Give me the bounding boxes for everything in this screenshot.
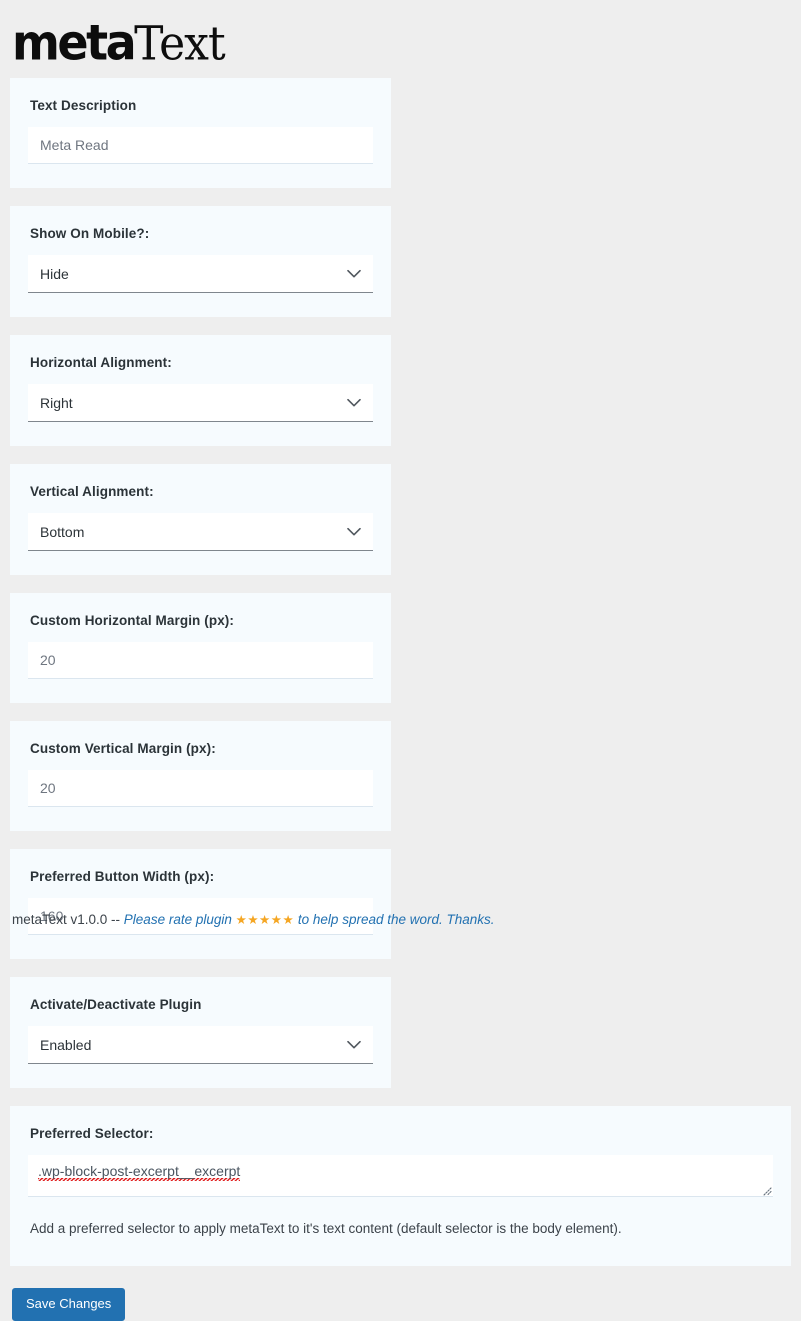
show-on-mobile-value[interactable]: Hide	[28, 255, 373, 293]
footer: metaText v1.0.0 -- Please rate plugin ★★…	[12, 912, 495, 927]
label-activate-deactivate-plugin: Activate/Deactivate Plugin	[30, 997, 202, 1012]
setting-card-vertical-alignment: Vertical Alignment: Bottom	[10, 464, 391, 575]
logo-meta-part: meta	[12, 14, 137, 72]
label-custom-vertical-margin: Custom Vertical Margin (px):	[30, 741, 216, 756]
custom-horizontal-margin-input[interactable]	[28, 642, 373, 679]
brand-header: metaText	[0, 0, 801, 78]
footer-version: metaText v1.0.0 --	[12, 912, 124, 927]
save-changes-button[interactable]: Save Changes	[12, 1288, 126, 1321]
preferred-selector-value: .wp-block-post-excerpt__excerpt	[38, 1163, 241, 1181]
horizontal-alignment-select[interactable]: Right	[28, 384, 373, 422]
setting-card-preferred-button-width: Preferred Button Width (px):	[10, 849, 391, 959]
horizontal-alignment-value[interactable]: Right	[28, 384, 373, 422]
setting-card-activate-deactivate-plugin: Activate/Deactivate Plugin Enabled	[10, 977, 391, 1088]
custom-vertical-margin-input[interactable]	[28, 770, 373, 807]
metatext-logo: metaText	[12, 12, 226, 76]
show-on-mobile-select[interactable]: Hide	[28, 255, 373, 293]
preferred-selector-value-container[interactable]: .wp-block-post-excerpt__excerpt	[28, 1155, 773, 1197]
label-vertical-alignment: Vertical Alignment:	[30, 484, 154, 499]
label-preferred-selector: Preferred Selector:	[30, 1126, 154, 1141]
activate-deactivate-plugin-value[interactable]: Enabled	[28, 1026, 373, 1064]
label-custom-horizontal-margin: Custom Horizontal Margin (px):	[30, 613, 234, 628]
vertical-alignment-value[interactable]: Bottom	[28, 513, 373, 551]
setting-card-custom-vertical-margin: Custom Vertical Margin (px):	[10, 721, 391, 831]
rate-plugin-link[interactable]: Please rate plugin ★★★★★ to help spread …	[124, 912, 495, 927]
label-text-description: Text Description	[30, 98, 137, 113]
activate-deactivate-plugin-select[interactable]: Enabled	[28, 1026, 373, 1064]
rate-prefix-text: Please rate plugin	[123, 912, 236, 927]
rate-suffix-text: to help spread the word. Thanks.	[294, 912, 495, 927]
setting-card-horizontal-alignment: Horizontal Alignment: Right	[10, 335, 391, 446]
preferred-selector-help-text: Add a preferred selector to apply metaTe…	[30, 1221, 622, 1236]
preferred-selector-textarea[interactable]: .wp-block-post-excerpt__excerpt	[28, 1155, 773, 1197]
setting-card-text-description: Text Description	[10, 78, 391, 188]
label-preferred-button-width: Preferred Button Width (px):	[30, 869, 215, 884]
setting-card-show-on-mobile: Show On Mobile?: Hide	[10, 206, 391, 317]
logo-text-part: Text	[134, 17, 225, 72]
settings-grid: Text Description Show On Mobile?: Hide H…	[0, 78, 801, 1266]
setting-card-custom-horizontal-margin: Custom Horizontal Margin (px):	[10, 593, 391, 703]
text-description-input[interactable]	[28, 127, 373, 164]
label-show-on-mobile: Show On Mobile?:	[30, 226, 150, 241]
vertical-alignment-select[interactable]: Bottom	[28, 513, 373, 551]
setting-card-preferred-selector: Preferred Selector: .wp-block-post-excer…	[10, 1106, 791, 1266]
submit-row: Save Changes	[0, 1266, 801, 1321]
star-rating-icon[interactable]: ★★★★★	[236, 913, 295, 927]
label-horizontal-alignment: Horizontal Alignment:	[30, 355, 172, 370]
